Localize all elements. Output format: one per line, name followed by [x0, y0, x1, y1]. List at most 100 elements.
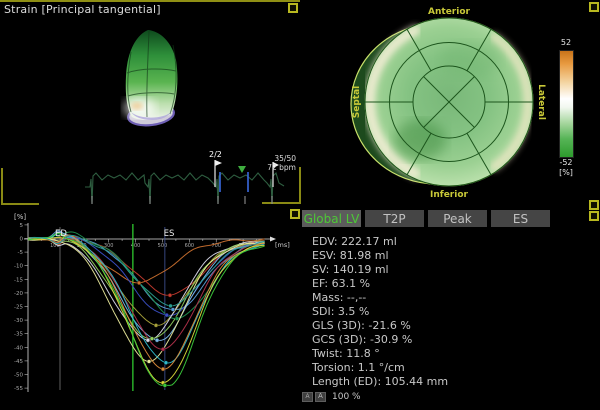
heart-rate-label: 72 bpm	[267, 163, 296, 172]
bullseye-label-anterior: Anterior	[428, 7, 470, 17]
measurement-value: 105.44 mm	[385, 375, 448, 388]
tab-global-lv[interactable]: Global LV	[302, 210, 361, 227]
measurement-row: EF: 63.1 %	[312, 277, 448, 291]
peak-marker-segment-12	[164, 361, 168, 365]
svg-text:-15: -15	[14, 277, 23, 283]
svg-text:-10: -10	[14, 264, 23, 270]
bullseye-label-lateral: Lateral	[536, 84, 546, 120]
peak-marker-segment-7	[146, 338, 150, 342]
measurement-label: Twist:	[312, 347, 346, 360]
font-zoom-control: A A 100 %	[302, 392, 361, 402]
strain-curve-segment-13	[28, 235, 265, 369]
measurement-label: Mass:	[312, 291, 347, 304]
svg-text:-45: -45	[14, 359, 23, 365]
font-decrease-button[interactable]: A	[302, 392, 313, 402]
svg-text:400: 400	[131, 243, 141, 249]
svg-text:-5: -5	[18, 250, 24, 256]
strain-curves-group	[28, 231, 265, 388]
bullseye-map[interactable]: Anterior Inferior Septal Lateral	[351, 7, 546, 200]
measurement-row: Mass: --,--	[312, 291, 448, 305]
ecg-strip: 2/2 35/50 72 bpm	[85, 150, 296, 204]
peak-marker-segment-4	[165, 313, 169, 317]
heart-model-3d[interactable]	[124, 30, 177, 128]
svg-text:-30: -30	[14, 318, 23, 324]
measurement-label: ESV:	[312, 249, 340, 262]
svg-text:-35: -35	[14, 332, 23, 338]
measurement-value: 81.98 ml	[340, 249, 389, 262]
strain-curve-segment-16	[28, 235, 265, 306]
y-axis-unit-label: [%]	[14, 213, 26, 221]
tab-t2p[interactable]: T2P	[365, 210, 424, 227]
peak-marker-segment-15	[163, 383, 167, 387]
peak-marker-segment-8	[150, 337, 154, 341]
measurement-row: SV: 140.19 ml	[312, 263, 448, 277]
model-and-ecg-view: 2/2 35/50 72 bpm	[0, 0, 300, 205]
ecg-marker-green-triangle[interactable]	[238, 166, 246, 173]
ed-marker-label: ED	[55, 229, 67, 239]
colorbar-unit-label: [%]	[551, 168, 581, 177]
measurement-value: -30.9 %	[370, 333, 412, 346]
measurement-label: SDI:	[312, 305, 338, 318]
svg-text:-50: -50	[14, 373, 23, 379]
strain-curve-segment-10	[28, 238, 265, 349]
colorbar-min-label: -52	[551, 158, 581, 167]
measurement-label: GCS (3D):	[312, 333, 370, 346]
peak-marker-segment-3	[171, 308, 175, 312]
svg-text:500: 500	[158, 243, 168, 249]
tab-peak[interactable]: Peak	[428, 210, 487, 227]
measurement-value: --,--	[347, 291, 366, 304]
measurement-row: GLS (3D): -21.6 %	[312, 319, 448, 333]
bullseye-label-septal: Septal	[352, 86, 362, 119]
svg-text:-55: -55	[14, 386, 23, 392]
svg-text:5: 5	[20, 223, 24, 229]
peak-marker-segment-2	[168, 293, 172, 297]
ecg-frame-counter: 35/50	[274, 154, 296, 163]
bullseye-plot: Anterior Inferior Septal Lateral	[300, 0, 600, 210]
measurement-value: 11.8 °	[346, 347, 380, 360]
colorbar-max-label: 52	[551, 38, 581, 47]
peak-marker-segment-10	[161, 347, 165, 351]
measurement-value: 1.1 °/cm	[358, 361, 405, 374]
measurement-row: ESV: 81.98 ml	[312, 249, 448, 263]
measurement-value: -21.6 %	[368, 319, 410, 332]
peak-marker-segment-13	[161, 367, 165, 371]
svg-text:-20: -20	[14, 291, 23, 297]
measurement-label: Length (ED):	[312, 375, 385, 388]
measurement-value: 222.17 ml	[341, 235, 397, 248]
zoom-level-label: 100 %	[332, 392, 361, 402]
peak-marker-segment-6	[154, 323, 158, 327]
strain-curve-segment-6	[28, 232, 265, 325]
measurement-label: GLS (3D):	[312, 319, 368, 332]
results-tab-bar: Global LVT2PPeakES	[302, 210, 550, 227]
measurement-value: 63.1 %	[332, 277, 370, 290]
measurement-row: Twist: 11.8 °	[312, 347, 448, 361]
es-marker-label: ES	[164, 229, 175, 239]
x-axis-unit-label: [ms]	[275, 241, 290, 249]
ecg-frame-ticks	[92, 196, 272, 204]
app-window: Strain [Principal tangential]	[0, 0, 600, 410]
measurement-label: EDV:	[312, 235, 341, 248]
measurement-label: SV:	[312, 263, 333, 276]
measurement-row: Length (ED): 105.44 mm	[312, 375, 448, 389]
measurement-row: SDI: 3.5 %	[312, 305, 448, 319]
measurement-label: EF:	[312, 277, 332, 290]
font-increase-button[interactable]: A	[315, 392, 326, 402]
peak-marker-segment-16	[169, 304, 173, 308]
view-maximize-button-results[interactable]	[589, 211, 599, 221]
peak-marker-segment-9	[155, 338, 159, 342]
peak-marker-segment-11	[147, 359, 151, 363]
tab-es[interactable]: ES	[491, 210, 550, 227]
measurement-label: Torsion:	[312, 361, 358, 374]
svg-text:-40: -40	[14, 345, 23, 351]
measurement-value: 3.5 %	[338, 305, 369, 318]
bullseye-label-inferior: Inferior	[430, 190, 468, 200]
svg-text:600: 600	[185, 243, 195, 249]
ecg-beat-label: 2/2	[209, 150, 222, 159]
ecg-trace	[85, 173, 284, 204]
peak-marker-segment-1	[137, 281, 141, 285]
peak-marker-segment-5	[175, 317, 179, 321]
measurement-value: 140.19 ml	[333, 263, 389, 276]
svg-text:-25: -25	[14, 305, 23, 311]
measurement-row: EDV: 222.17 ml	[312, 235, 448, 249]
strain-curve-segment-15	[28, 233, 265, 385]
